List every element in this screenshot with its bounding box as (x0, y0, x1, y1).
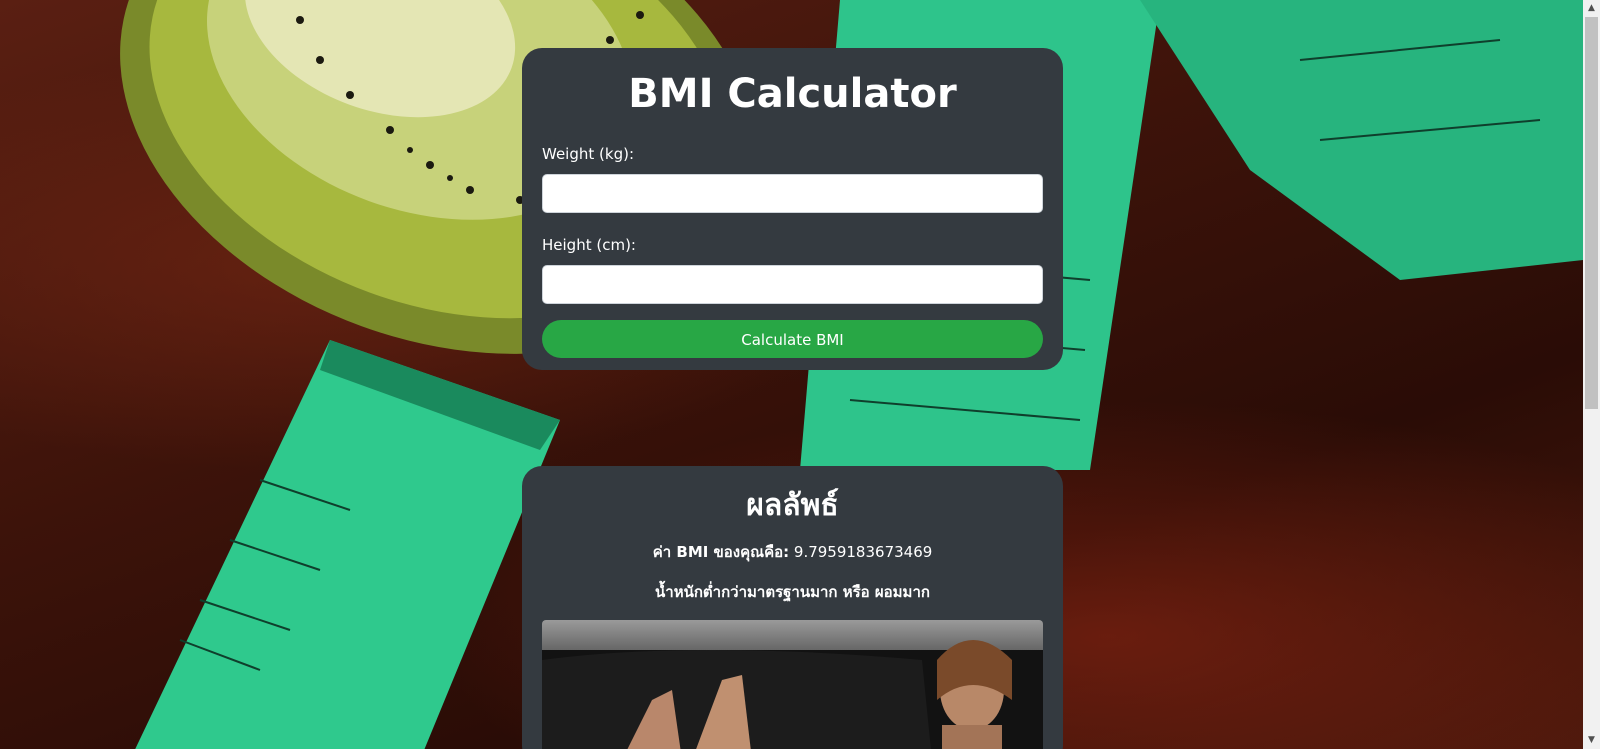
result-title: ผลลัพธ์ (746, 488, 839, 523)
result-photo (542, 620, 1043, 749)
weight-label: Weight (kg): (542, 145, 634, 163)
scroll-down-arrow-icon[interactable]: ▼ (1583, 732, 1600, 749)
bmi-form-card: BMI Calculator Weight (kg): Height (cm):… (522, 48, 1063, 370)
bmi-result-value: 9.7959183673469 (793, 543, 933, 561)
page-title: BMI Calculator (628, 71, 957, 117)
vertical-scrollbar[interactable]: ▲ ▼ (1583, 0, 1600, 749)
calculate-bmi-button[interactable]: Calculate BMI (542, 320, 1043, 358)
weight-input[interactable] (542, 174, 1043, 213)
scrollbar-thumb[interactable] (1585, 17, 1598, 409)
scroll-up-arrow-icon[interactable]: ▲ (1583, 0, 1600, 17)
bmi-result-prefix: ค่า BMI ของคุณคือ: (652, 543, 790, 561)
bmi-result-line: ค่า BMI ของคุณคือ: 9.7959183673469 (542, 542, 1043, 562)
bmi-status-text: น้ำหนักต่ำกว่ามาตรฐานมาก หรือ ผอมมาก (655, 583, 930, 601)
height-label: Height (cm): (542, 236, 636, 254)
result-card: ผลลัพธ์ ค่า BMI ของคุณคือ: 9.79591836734… (522, 466, 1063, 749)
height-input[interactable] (542, 265, 1043, 304)
